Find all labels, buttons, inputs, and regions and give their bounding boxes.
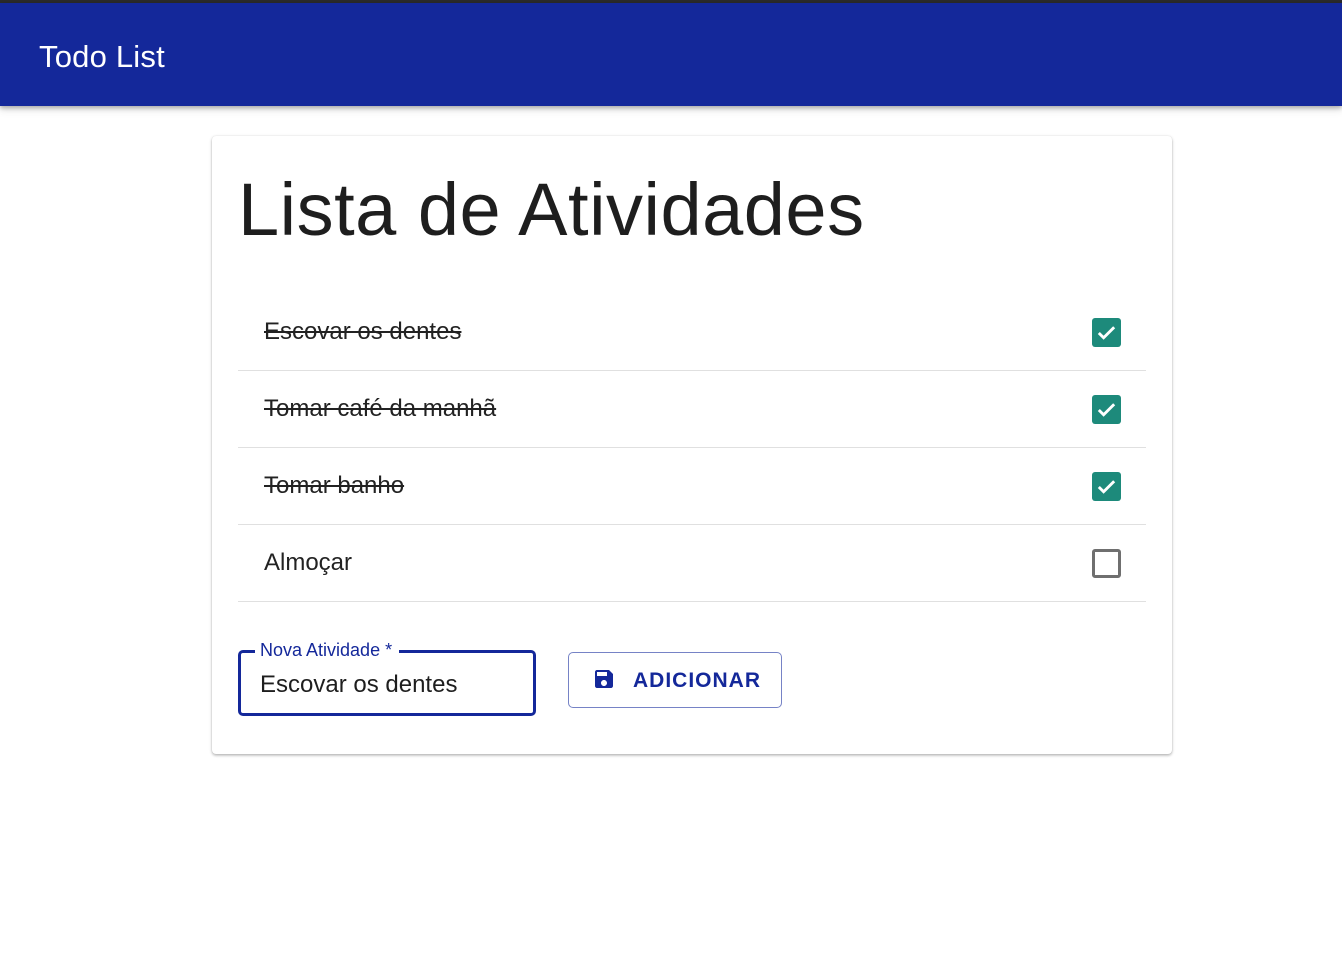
add-button[interactable]: ADICIONAR [568,652,782,708]
new-activity-label: Nova Atividade * [255,639,400,661]
todo-item-label: Escovar os dentes [264,318,462,345]
checkmark-icon [1097,403,1116,417]
todo-item-label: Tomar banho [264,472,405,499]
todo-item[interactable]: Tomar café da manhã [238,371,1146,448]
checkmark-icon [1097,326,1116,340]
todo-checkbox[interactable] [1092,549,1121,578]
todo-checkbox[interactable] [1092,472,1121,501]
save-icon [592,667,616,696]
todo-item[interactable]: Tomar banho [238,448,1146,525]
page-title: Lista de Atividades [238,168,865,251]
new-activity-input[interactable] [260,670,520,700]
todo-item[interactable]: Escovar os dentes [238,294,1146,371]
todo-item[interactable]: Almoçar [238,525,1146,602]
todo-checkbox[interactable] [1092,395,1121,424]
checkmark-icon [1097,480,1116,494]
app-bar: Todo List [0,3,1342,106]
todo-list: Escovar os dentes Tomar café da manhã To… [238,294,1146,602]
todo-item-label: Tomar café da manhã [264,395,497,422]
todo-checkbox[interactable] [1092,318,1121,347]
todo-card: Lista de Atividades Escovar os dentes To… [212,136,1172,754]
todo-item-label: Almoçar [264,549,353,576]
new-activity-field[interactable]: Nova Atividade * [238,639,536,716]
app-title: Todo List [39,39,165,74]
add-button-label: ADICIONAR [633,669,761,692]
